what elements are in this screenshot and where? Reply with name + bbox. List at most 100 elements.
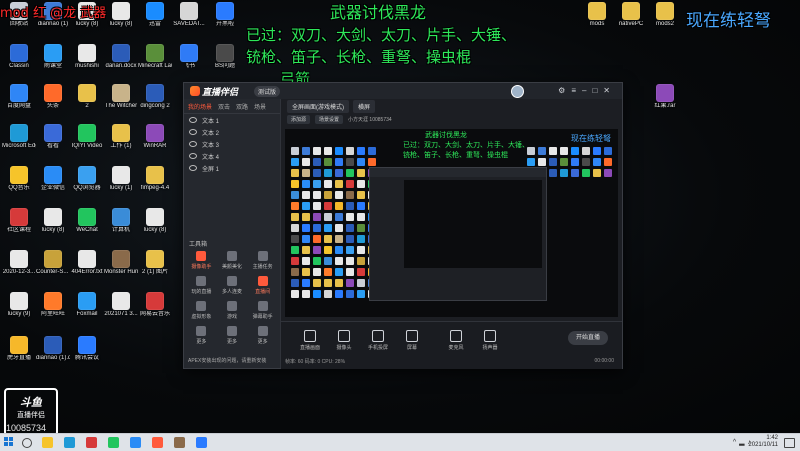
desktop-icon[interactable]: 2020-12-3...: [2, 250, 36, 276]
desktop-icon[interactable]: mods: [580, 2, 614, 28]
tool-button[interactable]: 多人连麦: [217, 276, 248, 295]
desktop-icon[interactable]: lucky (8): [138, 208, 172, 234]
window-controls[interactable]: ⚙≡–□✕: [558, 86, 616, 95]
tool-button[interactable]: 弹幕助手: [247, 301, 278, 320]
desktop-icon[interactable]: dingcong 2: [138, 84, 172, 110]
tool-button[interactable]: 更多: [247, 326, 278, 345]
network-icon[interactable]: ▂: [739, 439, 747, 446]
control-button[interactable]: 麦克风: [441, 330, 471, 351]
tab-my-scene[interactable]: 我的场景: [188, 102, 212, 111]
minimize-icon[interactable]: –: [582, 86, 592, 95]
taskbar-app-chrome[interactable]: [86, 437, 97, 448]
desktop-icon[interactable]: Monster Hunter...: [104, 250, 138, 276]
control-button[interactable]: 扬声器: [475, 330, 505, 351]
desktop-icon[interactable]: danan.docx: [104, 44, 138, 70]
layer-item[interactable]: 文本 3: [184, 138, 280, 150]
desktop-icon[interactable]: The Witcher: [104, 84, 138, 110]
scene-settings-button[interactable]: 场景设置: [315, 114, 344, 124]
desktop-icon[interactable]: Minecraft Launcher: [138, 44, 172, 70]
desktop-icon[interactable]: SAVEDAT...: [172, 2, 206, 28]
desktop-icon[interactable]: 2 (1) 图片: [138, 250, 172, 276]
stream-preview[interactable]: 武器讨伐黑龙 已过：双刀、大剑、太刀、片手、大锤、 铳枪、笛子、长枪、重弩、操虫…: [285, 129, 618, 317]
tool-button[interactable]: 更多: [217, 326, 248, 345]
go-live-button[interactable]: 开始直播: [568, 331, 608, 345]
eye-icon[interactable]: [189, 153, 197, 159]
layer-item[interactable]: 全屏 1: [184, 162, 280, 174]
eye-icon[interactable]: [189, 129, 197, 135]
start-button[interactable]: [4, 437, 14, 447]
desktop-icon[interactable]: 百度网盘: [2, 84, 36, 110]
settings-icon[interactable]: ⚙: [558, 86, 571, 95]
notification-icon[interactable]: [784, 438, 795, 448]
desktop-icon[interactable]: WeChat: [70, 208, 104, 234]
menu-icon[interactable]: ≡: [571, 86, 582, 95]
tab-landscape[interactable]: 横屏: [353, 99, 376, 113]
tab-fullscreen[interactable]: 全屏画面(游戏模式): [287, 99, 349, 113]
desktop-icon[interactable]: IQIYI Video: [70, 124, 104, 150]
taskbar-app-store[interactable]: [196, 437, 207, 448]
tool-button[interactable]: 主播任务: [247, 251, 278, 270]
eye-icon[interactable]: [189, 117, 197, 123]
control-button[interactable]: 摄像头: [329, 330, 359, 351]
tool-button[interactable]: 虚拟形象: [186, 301, 217, 320]
streaming-app-window[interactable]: 直播伴侣 测试版 ⚙≡–□✕ 我的场景 双击 双路 场景 文本 1 文本 2 文本 …: [183, 82, 623, 369]
layer-item[interactable]: 文本 2: [184, 126, 280, 138]
maximize-icon[interactable]: □: [592, 86, 603, 95]
control-button[interactable]: 屏幕: [397, 330, 427, 351]
desktop-icon[interactable]: BS问题: [208, 44, 242, 70]
desktop-icon[interactable]: mods2: [648, 2, 682, 28]
taskbar-app-wechat[interactable]: [108, 437, 119, 448]
desktop-icon[interactable]: 看看: [36, 124, 70, 150]
taskbar-app-edge[interactable]: [64, 437, 75, 448]
desktop-icon[interactable]: 头条: [36, 84, 70, 110]
desktop-icon[interactable]: 腾讯会议: [70, 336, 104, 362]
desktop-icon[interactable]: lucky (8): [104, 2, 138, 28]
desktop-icon[interactable]: 网易云音乐: [138, 292, 172, 318]
tool-button[interactable]: 游戏: [217, 301, 248, 320]
layer-item[interactable]: 文本 4: [184, 150, 280, 162]
desktop-icon[interactable]: 社区课程: [2, 208, 36, 234]
tab-2[interactable]: 双击: [218, 102, 230, 111]
desktop-icon[interactable]: 飞书: [172, 44, 206, 70]
desktop-icon[interactable]: 计算机: [104, 208, 138, 234]
taskbar-app-game[interactable]: [174, 437, 185, 448]
desktop-icon[interactable]: 红果.rar: [648, 84, 682, 110]
desktop-icon[interactable]: Microsoft Edge: [2, 124, 36, 150]
desktop-icon[interactable]: 企业微信: [36, 166, 70, 192]
control-button[interactable]: 手机投屏: [363, 330, 393, 351]
close-icon[interactable]: ✕: [603, 86, 616, 95]
desktop-icon[interactable]: 2021071 3...: [104, 292, 138, 318]
desktop-icon[interactable]: Classin: [2, 44, 36, 70]
tool-button[interactable]: 美颜美化: [217, 251, 248, 270]
eye-icon[interactable]: [189, 141, 197, 147]
desktop-icon[interactable]: 工作 (1): [104, 124, 138, 150]
desktop-icon[interactable]: QQ音乐: [2, 166, 36, 192]
desktop-icon[interactable]: Counter-S... Global Offi...: [36, 250, 70, 276]
tab-3[interactable]: 双路: [236, 102, 248, 111]
avatar[interactable]: [511, 85, 524, 98]
tool-button[interactable]: 直播间: [247, 276, 278, 295]
desktop-icon[interactable]: lucky (9): [2, 292, 36, 318]
desktop-icon[interactable]: QQ浏览器: [70, 166, 104, 192]
desktop-icon[interactable]: 404Error.txt: [70, 250, 104, 276]
taskbar-app-explorer[interactable]: [42, 437, 53, 448]
tool-button[interactable]: 更多: [186, 326, 217, 345]
desktop-icon[interactable]: lucky (8): [36, 208, 70, 234]
desktop-icon[interactable]: 虎牙直播: [2, 336, 36, 362]
tool-button[interactable]: 玩的直播: [186, 276, 217, 295]
add-source-button[interactable]: 添加源: [287, 114, 311, 124]
desktop-icon[interactable]: Foxmail: [70, 292, 104, 318]
control-button[interactable]: 直播画面: [295, 330, 325, 351]
layer-item[interactable]: 文本 1: [184, 114, 280, 126]
search-icon[interactable]: [22, 438, 32, 448]
taskbar-app-live[interactable]: [152, 437, 163, 448]
desktop-icon[interactable]: 2: [70, 84, 104, 110]
tab-4[interactable]: 场景: [254, 102, 266, 111]
desktop-icon[interactable]: fimpeg-4.4: [138, 166, 172, 192]
tool-button[interactable]: 摄像助手: [186, 251, 217, 270]
app-titlebar[interactable]: 直播伴侣 测试版 ⚙≡–□✕: [184, 83, 622, 100]
desktop-icon[interactable]: lucky (1): [104, 166, 138, 192]
desktop-icon[interactable]: 迅雷: [138, 2, 172, 28]
clock[interactable]: 1:42 2021/10/11: [748, 435, 778, 449]
desktop-icon[interactable]: 雨课堂: [36, 44, 70, 70]
